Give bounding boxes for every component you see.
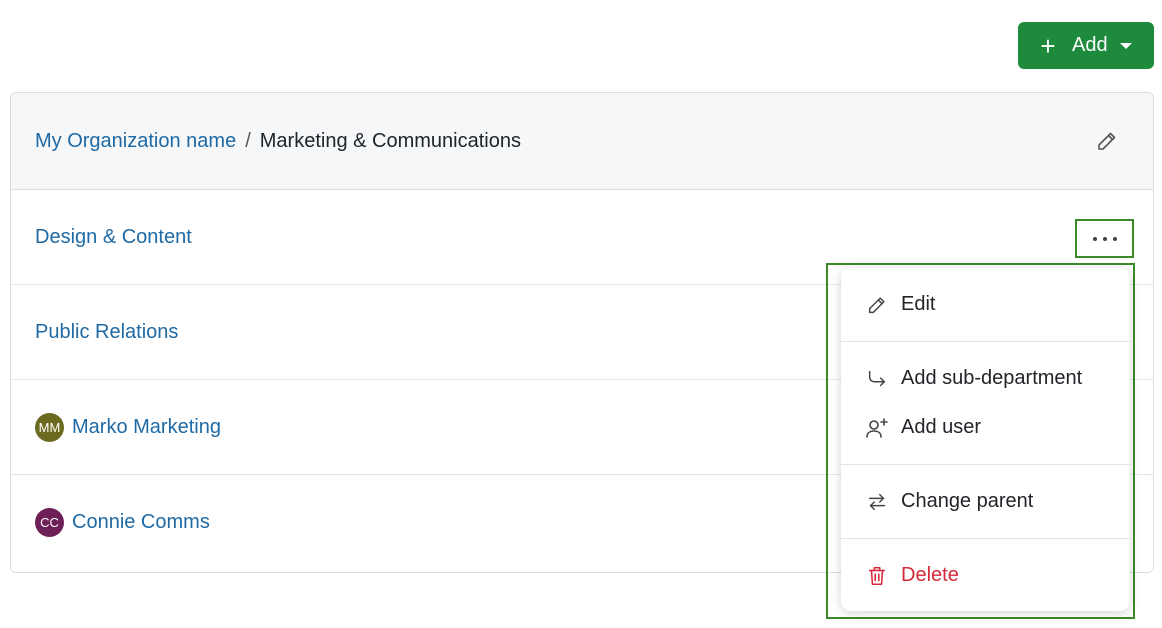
dot [1092, 236, 1097, 241]
breadcrumb-separator: / [245, 129, 251, 152]
pencil-icon [865, 293, 889, 317]
menu-item-label: Delete [901, 564, 959, 586]
menu-item-label: Add user [901, 416, 982, 438]
add-button[interactable]: + Add [1018, 22, 1154, 69]
menu-item-label: Edit [901, 293, 936, 315]
menu-item-label: Change parent [901, 490, 1034, 512]
menu-item-add-sub-department[interactable]: Add sub-department [841, 354, 1130, 403]
department-link[interactable]: Public Relations [35, 321, 178, 344]
avatar: MM [35, 412, 64, 442]
plus-icon: + [1040, 30, 1056, 61]
breadcrumb-current: Marketing & Communications [259, 129, 521, 152]
context-menu: Edit Add sub-department Add user Change … [841, 268, 1130, 611]
dot [1102, 236, 1107, 241]
card-header: My Organization name / Marketing & Commu… [11, 93, 1153, 190]
breadcrumb-parent-link[interactable]: My Organization name [35, 130, 236, 153]
more-options-button[interactable] [1075, 219, 1134, 258]
dot [1112, 236, 1117, 241]
caret-down-icon [1119, 42, 1132, 49]
menu-item-edit[interactable]: Edit [841, 280, 1130, 329]
add-button-label: Add [1072, 34, 1108, 56]
menu-divider [841, 341, 1130, 342]
swap-arrows-icon [865, 490, 889, 514]
arrow-turn-right-icon [865, 367, 889, 391]
menu-item-add-user[interactable]: Add user [841, 403, 1130, 452]
user-link[interactable]: Connie Comms [72, 511, 210, 534]
edit-pencil-icon[interactable] [1095, 129, 1119, 153]
menu-item-label: Add sub-department [901, 367, 1083, 389]
menu-item-delete[interactable]: Delete [841, 551, 1130, 600]
department-link[interactable]: Design & Content [35, 226, 192, 249]
avatar: CC [35, 508, 64, 537]
menu-divider [841, 464, 1130, 465]
menu-divider [841, 538, 1130, 539]
user-link[interactable]: Marko Marketing [72, 416, 221, 439]
menu-item-change-parent[interactable]: Change parent [841, 477, 1130, 526]
trash-icon [865, 564, 889, 588]
user-plus-icon [865, 416, 889, 440]
